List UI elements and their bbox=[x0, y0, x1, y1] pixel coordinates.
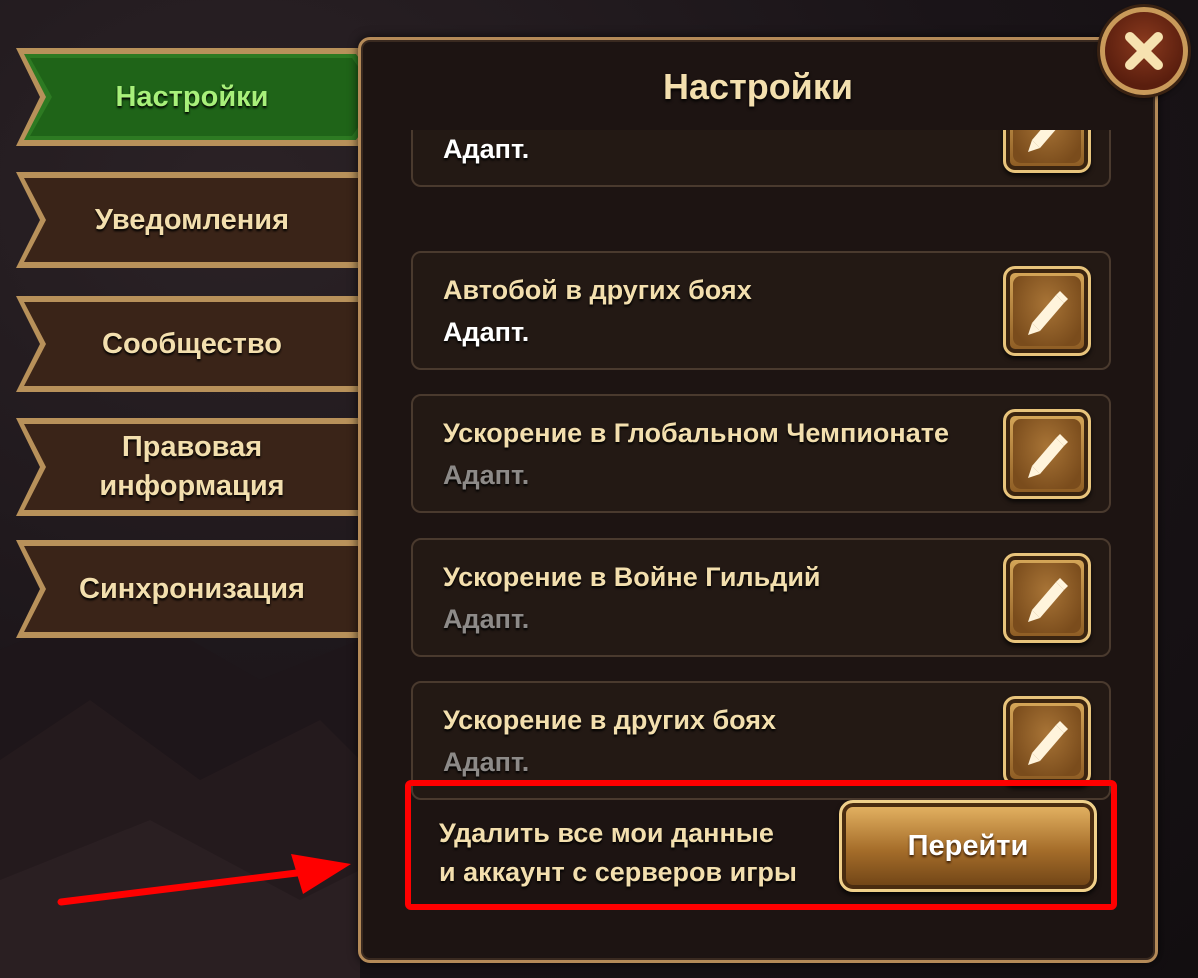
setting-row: Ускорение в Глобальном Чемпионате Адапт. bbox=[411, 394, 1111, 513]
setting-title: Ускорение в Войне Гильдий bbox=[443, 562, 821, 592]
setting-value: Адапт. bbox=[443, 747, 530, 777]
go-button[interactable]: Перейти bbox=[839, 800, 1097, 892]
pencil-icon bbox=[1028, 130, 1056, 152]
sidebar-item-label: Настройки bbox=[115, 80, 269, 113]
close-icon bbox=[1125, 32, 1163, 70]
setting-title: Автобой в других боях bbox=[443, 275, 752, 305]
panel-title: Настройки bbox=[663, 66, 853, 107]
setting-row: Адапт. bbox=[411, 130, 1111, 187]
delete-account-label-line2: и аккаунт с серверов игры bbox=[439, 857, 797, 887]
sidebar-item-community[interactable]: Сообщество bbox=[14, 292, 374, 396]
edit-button[interactable] bbox=[1003, 130, 1091, 173]
sidebar-item-label: Синхронизация bbox=[79, 572, 305, 605]
setting-title: Ускорение в других боях bbox=[443, 705, 777, 735]
sidebar-item-sync[interactable]: Синхронизация bbox=[14, 536, 374, 642]
setting-value: Адапт. bbox=[443, 134, 530, 164]
setting-value: Адапт. bbox=[443, 604, 530, 634]
sidebar-item-label: Сообщество bbox=[102, 327, 282, 360]
pencil-icon bbox=[1028, 434, 1068, 478]
sidebar-item-settings[interactable]: Настройки bbox=[14, 44, 396, 150]
setting-title: Ускорение в Глобальном Чемпионате bbox=[443, 418, 949, 448]
setting-value: Адапт. bbox=[443, 460, 530, 490]
pencil-icon bbox=[1028, 721, 1068, 765]
delete-account-label: Удалить все мои данные и аккаунт с серве… bbox=[439, 814, 819, 892]
edit-button[interactable] bbox=[1003, 553, 1091, 643]
setting-row: Автобой в других боях Адапт. bbox=[411, 251, 1111, 370]
pencil-icon bbox=[1028, 578, 1068, 622]
sidebar-item-label: Правовая информация bbox=[99, 431, 285, 502]
pencil-icon bbox=[1028, 291, 1068, 335]
close-button[interactable] bbox=[1100, 7, 1188, 95]
delete-account-label-line1: Удалить все мои данные bbox=[439, 818, 774, 848]
delete-account-row: Удалить все мои данные и аккаунт с серве… bbox=[405, 780, 1117, 910]
sidebar-item-legal[interactable]: Правовая информация bbox=[14, 414, 374, 520]
setting-row: Ускорение в Войне Гильдий Адапт. bbox=[411, 538, 1111, 657]
annotation-arrow-icon bbox=[57, 854, 351, 906]
setting-value: Адапт. bbox=[443, 317, 530, 347]
edit-button[interactable] bbox=[1003, 696, 1091, 786]
edit-button[interactable] bbox=[1003, 266, 1091, 356]
settings-panel: Настройки Адапт. Автобой в других боях А… bbox=[358, 37, 1158, 963]
sidebar-item-notifications[interactable]: Уведомления bbox=[14, 168, 374, 272]
sidebar-item-label: Уведомления bbox=[94, 203, 290, 236]
edit-button[interactable] bbox=[1003, 409, 1091, 499]
